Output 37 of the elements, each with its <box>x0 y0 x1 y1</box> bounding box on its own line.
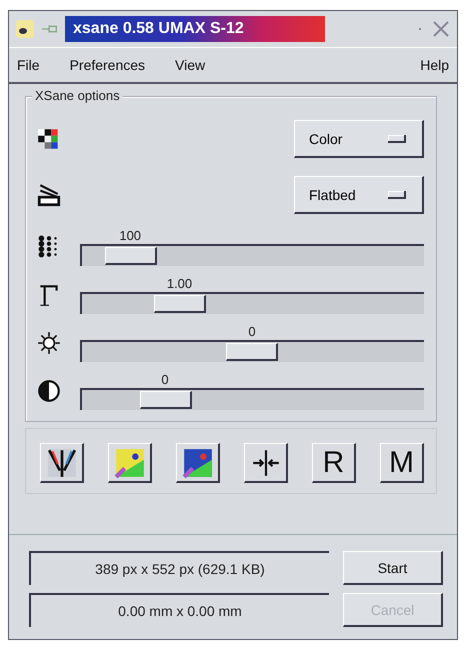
toolbar-button[interactable] <box>176 443 220 483</box>
menu-item[interactable]: Help <box>420 57 449 73</box>
toolbar-button[interactable]: R <box>312 443 356 483</box>
slider-value: 0 <box>248 324 256 339</box>
histogram-icon <box>46 446 78 478</box>
landscape-icon <box>182 446 214 478</box>
menu-item[interactable]: Preferences <box>70 57 146 73</box>
option-menu[interactable]: Color <box>294 120 424 158</box>
slider-thumb[interactable] <box>226 343 278 361</box>
action-button[interactable]: Start <box>343 551 443 585</box>
slider-value: 0 <box>161 372 169 387</box>
slider-track[interactable] <box>80 244 424 266</box>
contrast-icon <box>36 378 62 404</box>
slider-thumb[interactable] <box>154 295 206 313</box>
scanner-icon <box>36 182 62 208</box>
toolbar-button[interactable] <box>108 443 152 483</box>
menu-item[interactable]: View <box>175 57 206 73</box>
brightness-icon <box>36 330 62 356</box>
info-field: 0.00 mm x 0.00 mm <box>29 593 329 627</box>
toolbar-button[interactable] <box>244 443 288 483</box>
slider-value: 100 <box>119 228 142 243</box>
app-icon[interactable] <box>15 19 35 39</box>
slider-track[interactable] <box>80 340 424 362</box>
toolbar-button[interactable] <box>40 443 84 483</box>
slider-thumb[interactable] <box>140 391 192 409</box>
menu-item[interactable]: File <box>17 57 40 73</box>
slider-thumb[interactable] <box>105 247 158 265</box>
slider-track[interactable] <box>80 388 424 410</box>
landscape-icon <box>114 446 146 478</box>
slider-value: 1.00 <box>166 276 192 291</box>
slider-track[interactable] <box>80 292 424 314</box>
close-icon[interactable] <box>431 19 451 39</box>
info-field: 389 px x 552 px (629.1 KB) <box>29 551 329 585</box>
toolbar-button[interactable]: M <box>380 443 424 483</box>
window-title: xsane 0.58 UMAX S-12 <box>65 16 325 42</box>
frame-title: XSane options <box>32 88 123 103</box>
option-menu[interactable]: Flatbed <box>294 176 424 214</box>
